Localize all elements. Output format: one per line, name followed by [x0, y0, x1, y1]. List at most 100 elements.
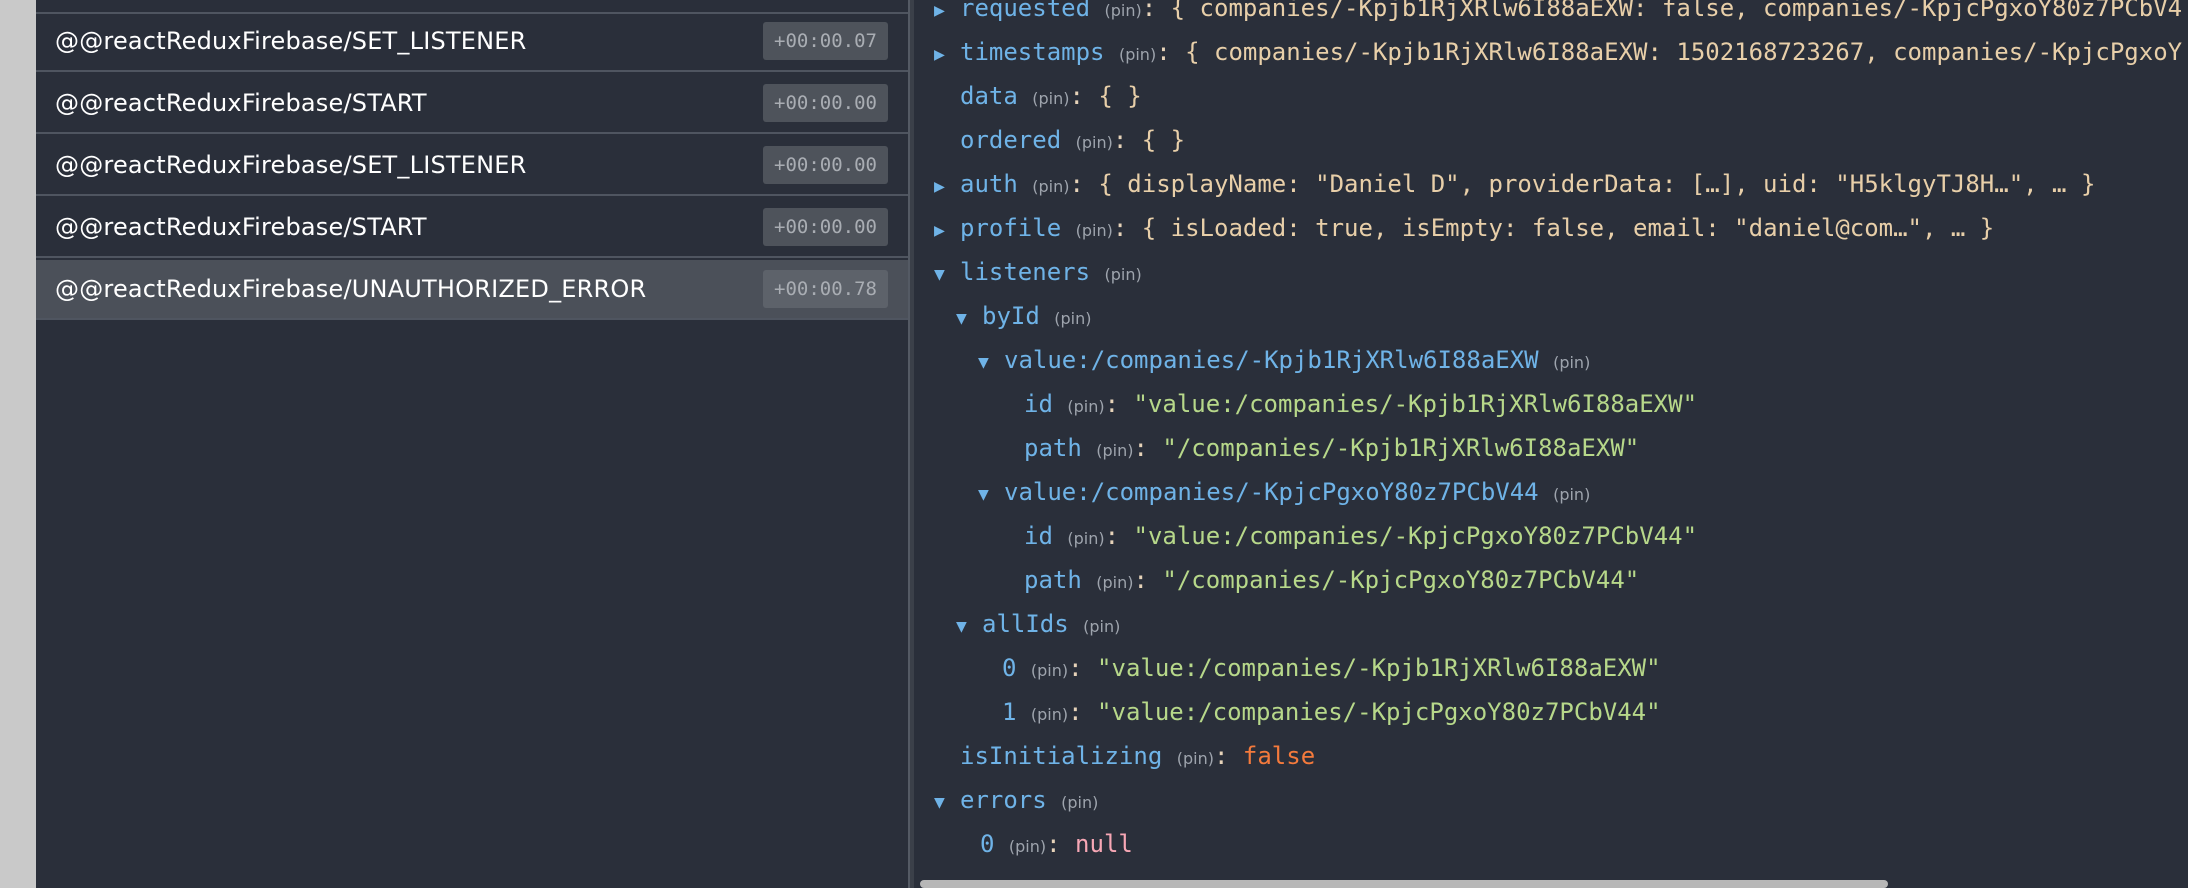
pin-link[interactable]: (pin) [1067, 529, 1104, 548]
node-key: allIds [982, 610, 1069, 638]
action-time-badge: +00:00.00 [763, 84, 888, 122]
node-summary: { companies/-Kpjb1RjXRlw6I88aEXW: 150216… [1185, 38, 2183, 66]
action-row[interactable]: @@reactReduxFirebase/SET_LISTENER +00:00… [36, 136, 908, 196]
tree-node-requested[interactable]: ▶ requested (pin): { companies/-Kpjb1RjXR… [934, 0, 2182, 28]
node-key: path [1024, 566, 1082, 594]
action-row[interactable]: @@reactReduxFirebase/START +00:00.00 [36, 198, 908, 258]
node-key: isInitializing [960, 742, 1163, 770]
node-key: auth [960, 170, 1018, 198]
collapsed-arrow-icon[interactable]: ▶ [934, 211, 960, 251]
pin-link[interactable]: (pin) [1031, 705, 1068, 724]
tree-node-byId[interactable]: ▼ byId (pin) [956, 296, 1091, 336]
node-value: "/companies/-Kpjb1RjXRlw6I88aEXW" [1162, 434, 1640, 462]
pin-link[interactable]: (pin) [1054, 309, 1091, 328]
tree-node-auth[interactable]: ▶ auth (pin): { displayName: "Daniel D", … [934, 164, 2095, 204]
pin-link[interactable]: (pin) [1031, 661, 1068, 680]
tree-node-allIds-1[interactable]: 1 (pin): "value:/companies/-KpjcPgxoY80z… [1002, 692, 1661, 732]
tree-node-profile[interactable]: ▶ profile (pin): { isLoaded: true, isEmpt… [934, 208, 1994, 248]
action-name: @@reactReduxFirebase/START [55, 89, 427, 117]
action-time-badge: +00:00.00 [763, 146, 888, 184]
pin-link[interactable]: (pin) [1096, 441, 1133, 460]
tree-node-value-2-id[interactable]: id (pin): "value:/companies/-KpjcPgxoY80… [1024, 516, 1697, 556]
node-key: profile [960, 214, 1062, 242]
node-value: "/companies/-KpjcPgxoY80z7PCbV44" [1162, 566, 1640, 594]
action-name: @@reactReduxFirebase/SET_LISTENER [55, 151, 527, 179]
pin-link[interactable]: (pin) [1076, 221, 1113, 240]
collapsed-arrow-icon[interactable]: ▶ [934, 167, 960, 207]
tree-node-errors-0[interactable]: 0 (pin): null [980, 824, 1133, 864]
node-summary: { companies/-Kpjb1RjXRlw6I88aEXW: false,… [1170, 0, 2183, 22]
horizontal-scrollbar[interactable] [914, 878, 2188, 888]
node-value: "value:/companies/-KpjcPgxoY80z7PCbV44" [1097, 698, 1661, 726]
node-key: 0 [1002, 654, 1017, 682]
pin-link[interactable]: (pin) [1032, 177, 1069, 196]
action-list: @@reactReduxFirebase/SET_LISTENER +00:00… [36, 0, 908, 888]
expanded-arrow-icon[interactable]: ▼ [956, 299, 982, 339]
node-key: byId [982, 302, 1040, 330]
tree-node-value-2[interactable]: ▼ value:/companies/-KpjcPgxoY80z7PCbV44 (… [978, 472, 1590, 512]
node-key: 1 [1002, 698, 1017, 726]
node-summary: { } [1098, 82, 1142, 110]
node-key: id [1024, 390, 1053, 418]
tree-node-allIds[interactable]: ▼ allIds (pin) [956, 604, 1120, 644]
pin-link[interactable]: (pin) [1032, 89, 1069, 108]
state-tree: ▶ requested (pin): { companies/-Kpjb1RjXR… [914, 0, 2188, 888]
pin-link[interactable]: (pin) [1067, 397, 1104, 416]
node-key: listeners [960, 258, 1091, 286]
node-key: value:/companies/-KpjcPgxoY80z7PCbV44 [1004, 478, 1539, 506]
node-key: id [1024, 522, 1053, 550]
node-value: "value:/companies/-Kpjb1RjXRlw6I88aEXW" [1133, 390, 1698, 418]
node-summary: { displayName: "Daniel D", providerData:… [1098, 170, 2096, 198]
node-key: ordered [960, 126, 1062, 154]
pin-link[interactable]: (pin) [1061, 793, 1098, 812]
pin-link[interactable]: (pin) [1553, 353, 1590, 372]
action-row-selected[interactable]: @@reactReduxFirebase/UNAUTHORIZED_ERROR … [36, 260, 908, 320]
node-value: "value:/companies/-KpjcPgxoY80z7PCbV44" [1133, 522, 1698, 550]
node-key: requested [960, 0, 1091, 22]
expanded-arrow-icon[interactable]: ▼ [956, 607, 982, 647]
tree-node-value-1[interactable]: ▼ value:/companies/-Kpjb1RjXRlw6I88aEXW (… [978, 340, 1590, 380]
tree-node-value-1-id[interactable]: id (pin): "value:/companies/-Kpjb1RjXRlw… [1024, 384, 1697, 424]
tree-node-isInitializing[interactable]: isInitializing (pin): false [960, 736, 1315, 776]
pin-link[interactable]: (pin) [1177, 749, 1214, 768]
tree-node-timestamps[interactable]: ▶ timestamps (pin): { companies/-Kpjb1RjX… [934, 32, 2182, 72]
pin-link[interactable]: (pin) [1105, 265, 1142, 284]
node-key: errors [960, 786, 1047, 814]
scrollbar-thumb[interactable] [920, 880, 1888, 888]
node-key: 0 [980, 830, 995, 858]
node-key: value:/companies/-Kpjb1RjXRlw6I88aEXW [1004, 346, 1539, 374]
node-summary: { isLoaded: true, isEmpty: false, email:… [1141, 214, 1995, 242]
node-summary: { } [1141, 126, 1186, 154]
action-row[interactable]: @@reactReduxFirebase/SET_LISTENER +00:00… [36, 12, 908, 72]
node-value: "value:/companies/-Kpjb1RjXRlw6I88aEXW" [1097, 654, 1661, 682]
pin-link[interactable]: (pin) [1096, 573, 1133, 592]
action-name: @@reactReduxFirebase/UNAUTHORIZED_ERROR [55, 275, 647, 303]
tree-node-value-1-path[interactable]: path (pin): "/companies/-Kpjb1RjXRlw6I88… [1024, 428, 1639, 468]
collapsed-arrow-icon[interactable]: ▶ [934, 0, 960, 31]
action-time-badge: +00:00.78 [763, 270, 888, 308]
expanded-arrow-icon[interactable]: ▼ [934, 255, 960, 295]
pin-link[interactable]: (pin) [1119, 45, 1156, 64]
action-name: @@reactReduxFirebase/START [55, 213, 427, 241]
action-row[interactable]: @@reactReduxFirebase/START +00:00.00 [36, 74, 908, 134]
pin-link[interactable]: (pin) [1083, 617, 1120, 636]
node-key: timestamps [960, 38, 1105, 66]
devtools-frame: @@reactReduxFirebase/SET_LISTENER +00:00… [36, 0, 2188, 888]
tree-node-ordered[interactable]: ordered (pin): { } [960, 120, 1185, 160]
tree-node-data[interactable]: data (pin): { } [960, 76, 1142, 116]
tree-node-value-2-path[interactable]: path (pin): "/companies/-KpjcPgxoY80z7PC… [1024, 560, 1639, 600]
pin-link[interactable]: (pin) [1009, 837, 1046, 856]
tree-node-allIds-0[interactable]: 0 (pin): "value:/companies/-Kpjb1RjXRlw6… [1002, 648, 1661, 688]
action-name: @@reactReduxFirebase/SET_LISTENER [55, 27, 527, 55]
expanded-arrow-icon[interactable]: ▼ [978, 475, 1004, 515]
pin-link[interactable]: (pin) [1105, 1, 1142, 20]
expanded-arrow-icon[interactable]: ▼ [934, 783, 960, 823]
collapsed-arrow-icon[interactable]: ▶ [934, 35, 960, 75]
tree-node-errors[interactable]: ▼ errors (pin) [934, 780, 1098, 820]
expanded-arrow-icon[interactable]: ▼ [978, 343, 1004, 383]
action-time-badge: +00:00.07 [763, 22, 888, 60]
pin-link[interactable]: (pin) [1553, 485, 1590, 504]
action-time-badge: +00:00.00 [763, 208, 888, 246]
pin-link[interactable]: (pin) [1076, 133, 1113, 152]
tree-node-listeners[interactable]: ▼ listeners (pin) [934, 252, 1142, 292]
